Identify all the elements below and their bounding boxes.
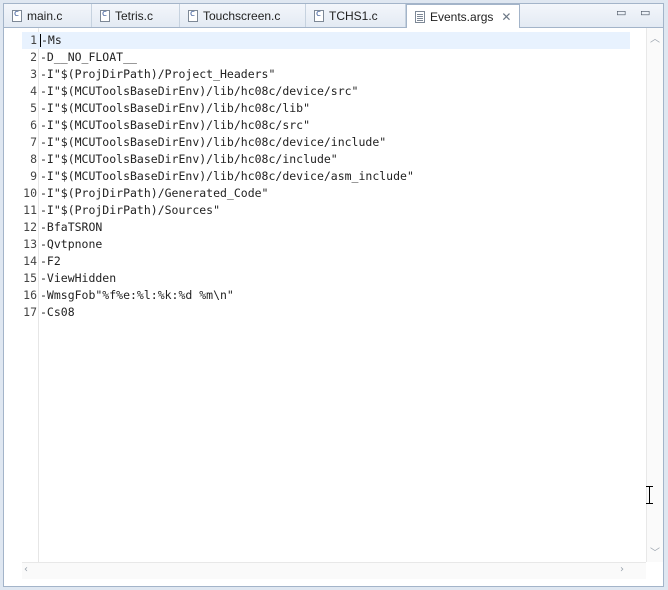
- line-number: 6: [30, 118, 37, 132]
- line-text: -I"$(MCUToolsBaseDirEnv)/lib/hc08c/devic…: [40, 169, 414, 183]
- line-text: -I"$(MCUToolsBaseDirEnv)/lib/hc08c/devic…: [40, 84, 359, 98]
- line-text: -F2: [40, 254, 61, 268]
- tab-label: Tetris.c: [115, 8, 154, 23]
- code-line[interactable]: 17 -Cs08: [22, 304, 630, 321]
- code-line[interactable]: 11 -I"$(ProjDirPath)/Sources": [22, 202, 630, 219]
- line-text: -I"$(MCUToolsBaseDirEnv)/lib/hc08c/lib": [40, 101, 311, 115]
- line-text: -D__NO_FLOAT__: [40, 50, 137, 64]
- code-line[interactable]: 14 -F2: [22, 253, 630, 270]
- line-number: 16: [23, 288, 37, 302]
- tab-label: main.c: [27, 8, 63, 23]
- horizontal-scrollbar[interactable]: ‹ ›: [22, 562, 646, 579]
- line-number: 8: [30, 152, 37, 166]
- scroll-up-icon[interactable]: ︿: [650, 30, 660, 45]
- code-line[interactable]: 8 -I"$(MCUToolsBaseDirEnv)/lib/hc08c/incl…: [22, 151, 630, 168]
- line-text: -ViewHidden: [40, 271, 117, 285]
- code-line[interactable]: 15 -ViewHidden: [22, 270, 630, 287]
- line-text: -I"$(ProjDirPath)/Project_Headers": [40, 67, 276, 81]
- tab-touchscreen-c[interactable]: Touchscreen.c: [180, 4, 306, 27]
- line-text: -I"$(ProjDirPath)/Sources": [40, 203, 221, 217]
- line-number: 9: [30, 169, 37, 183]
- text-editor[interactable]: 1 -Ms 2 -D__NO_FLOAT__ 3 -I"$(ProjDirPath)/Pr…: [22, 28, 663, 562]
- code-line[interactable]: 10 -I"$(ProjDirPath)/Generated_Code": [22, 185, 630, 202]
- text-cursor-icon: [645, 486, 654, 504]
- code-line[interactable]: 13 -Qvtpnone: [22, 236, 630, 253]
- code-line[interactable]: 4 -I"$(MCUToolsBaseDirEnv)/lib/hc08c/devi…: [22, 83, 630, 100]
- line-number: 2: [30, 50, 37, 64]
- c-file-icon: [188, 9, 198, 22]
- code-line[interactable]: 5 -I"$(MCUToolsBaseDirEnv)/lib/hc08c/lib": [22, 100, 630, 117]
- code-line[interactable]: 3 -I"$(ProjDirPath)/Project_Headers": [22, 66, 630, 83]
- code-line[interactable]: 2 -D__NO_FLOAT__: [22, 49, 630, 66]
- close-icon[interactable]: ✕: [501, 10, 511, 24]
- line-text: -Cs08: [40, 305, 75, 319]
- line-number: 11: [23, 203, 37, 217]
- line-number: 14: [23, 254, 37, 268]
- code-line[interactable]: 7 -I"$(MCUToolsBaseDirEnv)/lib/hc08c/devi…: [22, 134, 630, 151]
- code-line[interactable]: 16 -WmsgFob"%f%e:%l:%k:%d %m\n": [22, 287, 630, 304]
- line-number: 13: [23, 237, 37, 251]
- minimize-icon[interactable]: ▭: [616, 6, 626, 19]
- line-text: -I"$(MCUToolsBaseDirEnv)/lib/hc08c/inclu…: [40, 152, 338, 166]
- line-text: -I"$(ProjDirPath)/Generated_Code": [40, 186, 269, 200]
- line-number: 1: [30, 33, 37, 47]
- scroll-left-icon[interactable]: ‹: [24, 564, 28, 575]
- code-line[interactable]: 12 -BfaTSRON: [22, 219, 630, 236]
- line-number: 7: [30, 135, 37, 149]
- code-line[interactable]: 6 -I"$(MCUToolsBaseDirEnv)/lib/hc08c/src": [22, 117, 630, 134]
- code-line[interactable]: 9 -I"$(MCUToolsBaseDirEnv)/lib/hc08c/devi…: [22, 168, 630, 185]
- code-line[interactable]: 1 -Ms: [22, 32, 630, 49]
- tab-tetris-c[interactable]: Tetris.c: [92, 4, 180, 27]
- c-file-icon: [100, 9, 110, 22]
- tab-tchs1-c[interactable]: TCHS1.c: [306, 4, 406, 27]
- tab-label: Events.args: [430, 9, 494, 24]
- text-file-icon: [415, 10, 425, 23]
- line-number: 12: [23, 220, 37, 234]
- scroll-right-icon[interactable]: ›: [620, 564, 624, 575]
- line-text: -WmsgFob"%f%e:%l:%k:%d %m\n": [40, 288, 234, 302]
- line-text: -Ms: [41, 33, 62, 47]
- line-number: 5: [30, 101, 37, 115]
- line-number: 15: [23, 271, 37, 285]
- maximize-icon[interactable]: ▭: [640, 6, 650, 19]
- line-text: -Qvtpnone: [40, 237, 103, 251]
- c-file-icon: [12, 9, 22, 22]
- vertical-scrollbar[interactable]: ︿ ﹀: [646, 28, 663, 562]
- c-file-icon: [314, 9, 324, 22]
- scroll-down-icon[interactable]: ﹀: [650, 544, 660, 559]
- line-text: -BfaTSRON: [40, 220, 103, 234]
- editor-window: main.c Tetris.c Touchscreen.c TCHS1.c Ev…: [3, 3, 664, 587]
- line-number: 3: [30, 67, 37, 81]
- line-number: 10: [23, 186, 37, 200]
- tab-main-c[interactable]: main.c: [4, 4, 92, 27]
- line-text: -I"$(MCUToolsBaseDirEnv)/lib/hc08c/src": [40, 118, 311, 132]
- line-number: 17: [23, 305, 37, 319]
- tab-label: Touchscreen.c: [203, 8, 281, 23]
- tab-events-args[interactable]: Events.args ✕: [406, 4, 520, 28]
- tab-label: TCHS1.c: [329, 8, 378, 23]
- line-number: 4: [30, 84, 37, 98]
- tab-bar: main.c Tetris.c Touchscreen.c TCHS1.c Ev…: [4, 4, 663, 28]
- line-text: -I"$(MCUToolsBaseDirEnv)/lib/hc08c/devic…: [40, 135, 387, 149]
